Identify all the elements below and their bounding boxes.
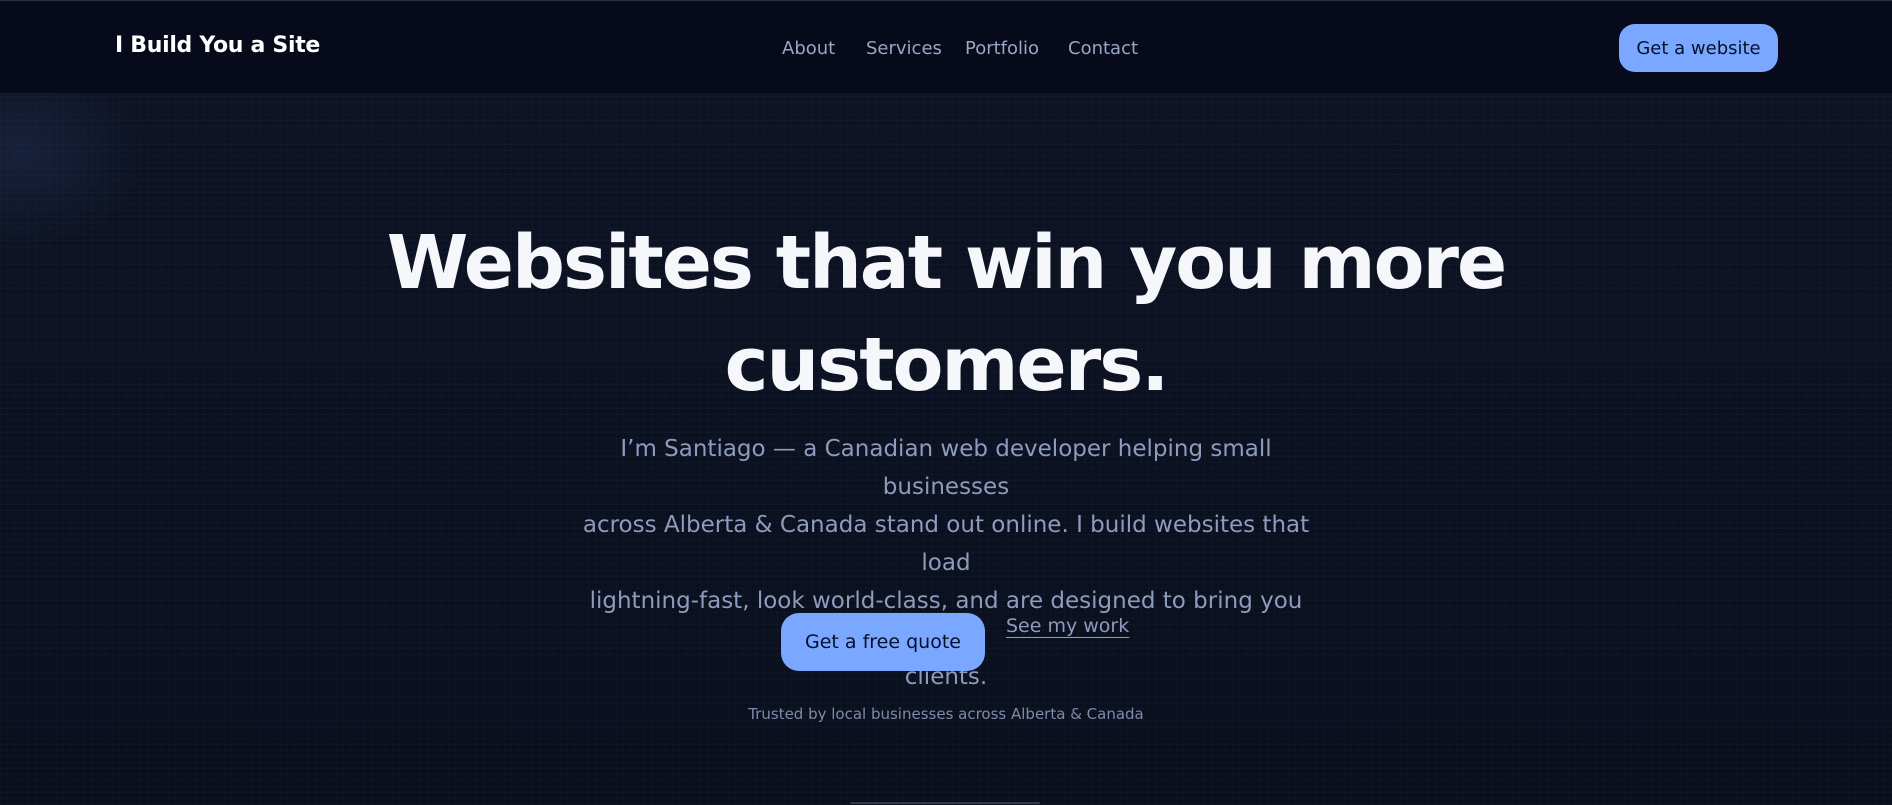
page: I Build You a Site About Services Portfo… xyxy=(0,0,1892,805)
top-navigation-bar: I Build You a Site About Services Portfo… xyxy=(0,0,1892,93)
hero-subtitle-line-1: I’m Santiago — a Canadian web developer … xyxy=(620,436,1272,500)
hero-title: Websites that win you more customers. xyxy=(346,212,1546,416)
main-nav: About Services Portfolio Contact xyxy=(0,38,1892,62)
see-my-work-link[interactable]: See my work xyxy=(1006,615,1129,637)
nav-link-services[interactable]: Services xyxy=(866,38,942,59)
trust-line: Trusted by local businesses across Alber… xyxy=(748,705,1144,723)
hero-subtitle-line-2: across Alberta & Canada stand out online… xyxy=(582,512,1310,576)
hero-title-line-2: customers. xyxy=(724,322,1170,408)
get-website-button[interactable]: Get a website xyxy=(1619,24,1778,72)
nav-link-contact[interactable]: Contact xyxy=(1068,38,1138,59)
nav-link-about[interactable]: About xyxy=(782,38,835,59)
nav-link-portfolio[interactable]: Portfolio xyxy=(965,38,1039,59)
scroll-indicator xyxy=(850,802,1040,804)
hero-title-line-1: Websites that win you more xyxy=(386,220,1507,306)
get-free-quote-button[interactable]: Get a free quote xyxy=(781,613,985,671)
